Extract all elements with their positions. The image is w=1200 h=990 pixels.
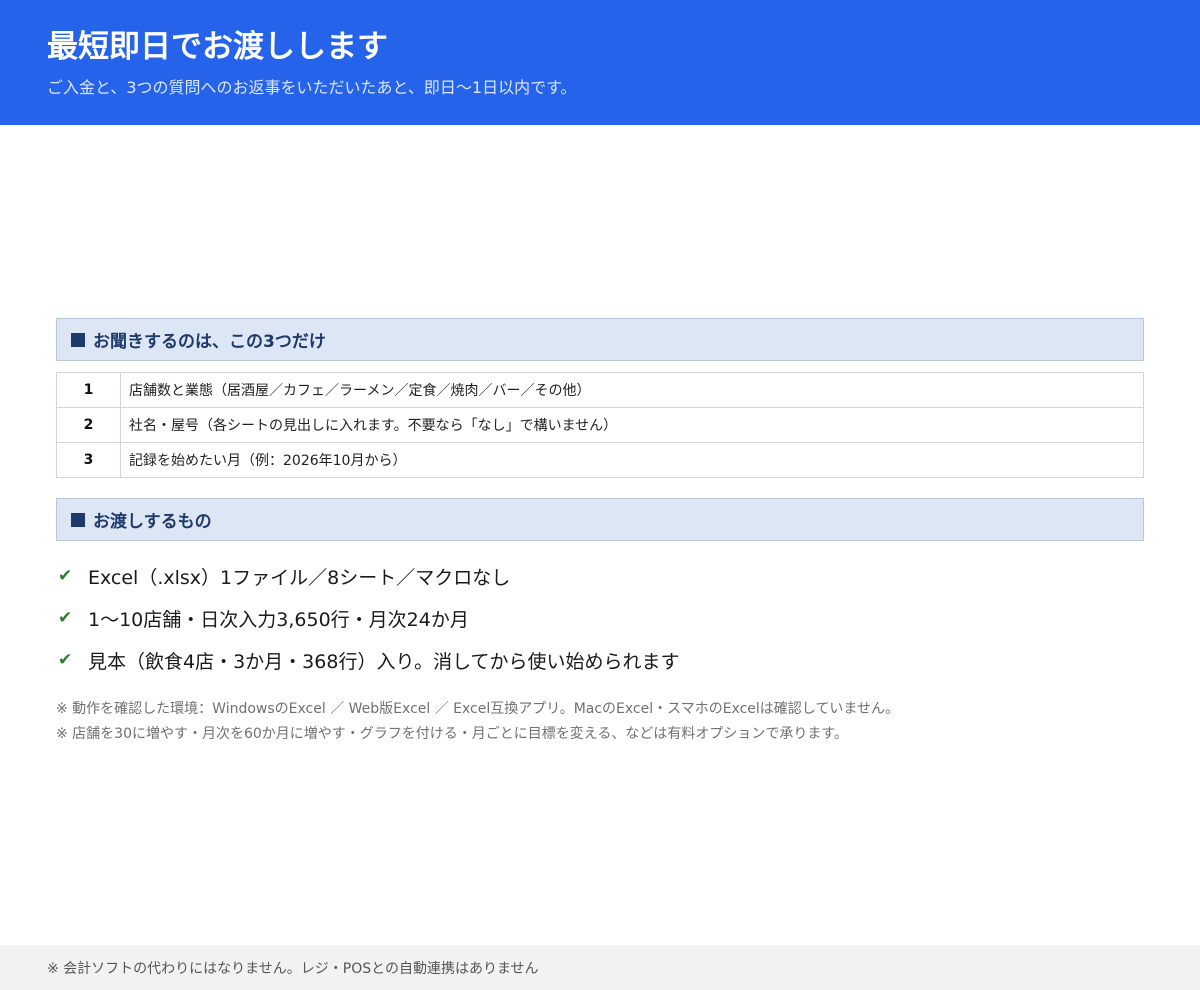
question-text: 店舗数と業態（居酒屋／カフェ／ラーメン／定食／焼肉／バー／その他） (120, 372, 1144, 408)
deliverables-heading-text: お渡しするもの (93, 512, 212, 532)
check-icon: ✔ (58, 650, 73, 670)
table-row: 3 記録を始めたい月（例：2026年10月から） (56, 442, 1144, 478)
table-row: 2 社名・屋号（各シートの見出しに入れます。不要なら「なし」で構いません） (56, 407, 1144, 443)
deliverables-section-heading: お渡しするもの (56, 498, 1144, 541)
question-number: 2 (56, 407, 121, 443)
page-title: 最短即日でお渡しします (47, 29, 388, 65)
table-row: 1 店舗数と業態（居酒屋／カフェ／ラーメン／定食／焼肉／バー／その他） (56, 372, 1144, 408)
check-icon: ✔ (58, 566, 73, 586)
list-item: ✔ 1〜10店舗・日次入力3,650行・月次24か月 (56, 597, 1144, 639)
questions-heading-text: お聞きするのは、この3つだけ (93, 332, 326, 352)
list-item: ✔ Excel（.xlsx）1ファイル／8シート／マクロなし (56, 555, 1144, 597)
check-icon: ✔ (58, 608, 73, 628)
question-number: 3 (56, 442, 121, 478)
note-compatibility: ※ 動作を確認した環境：WindowsのExcel ／ Web版Excel ／ … (56, 701, 899, 717)
question-number: 1 (56, 372, 121, 408)
page-header: 最短即日でお渡しします ご入金と、3つの質問へのお返事をいただいたあと、即日〜1… (0, 0, 1200, 125)
question-text: 社名・屋号（各シートの見出しに入れます。不要なら「なし」で構いません） (120, 407, 1144, 443)
deliverable-text: Excel（.xlsx）1ファイル／8シート／マクロなし (88, 566, 511, 589)
notes: ※ 動作を確認した環境：WindowsのExcel ／ Web版Excel ／ … (56, 697, 1144, 747)
square-icon (71, 512, 85, 527)
deliverable-text: 1〜10店舗・日次入力3,650行・月次24か月 (88, 608, 469, 631)
questions-table: 1 店舗数と業態（居酒屋／カフェ／ラーメン／定食／焼肉／バー／その他） 2 社名… (56, 372, 1144, 478)
deliverable-text: 見本（飲食4店・3か月・368行）入り。消してから使い始められます (88, 650, 680, 673)
questions-section-heading: お聞きするのは、この3つだけ (56, 318, 1144, 361)
main-content: お聞きするのは、この3つだけ 1 店舗数と業態（居酒屋／カフェ／ラーメン／定食／… (56, 318, 1144, 747)
deliverables-list: ✔ Excel（.xlsx）1ファイル／8シート／マクロなし ✔ 1〜10店舗・… (56, 555, 1144, 681)
footer-note: ※ 会計ソフトの代わりにはなりません。レジ・POSとの自動連携はありません (47, 960, 539, 977)
square-icon (71, 332, 85, 347)
page: 最短即日でお渡しします ご入金と、3つの質問へのお返事をいただいたあと、即日〜1… (0, 0, 1200, 990)
question-text: 記録を始めたい月（例：2026年10月から） (120, 442, 1144, 478)
page-footer: ※ 会計ソフトの代わりにはなりません。レジ・POSとの自動連携はありません (0, 945, 1200, 990)
list-item: ✔ 見本（飲食4店・3か月・368行）入り。消してから使い始められます (56, 639, 1144, 681)
note-options: ※ 店舗を30に増やす・月次を60か月に増やす・グラフを付ける・月ごとに目標を変… (56, 726, 848, 742)
page-subtitle: ご入金と、3つの質問へのお返事をいただいたあと、即日〜1日以内です。 (47, 78, 577, 97)
